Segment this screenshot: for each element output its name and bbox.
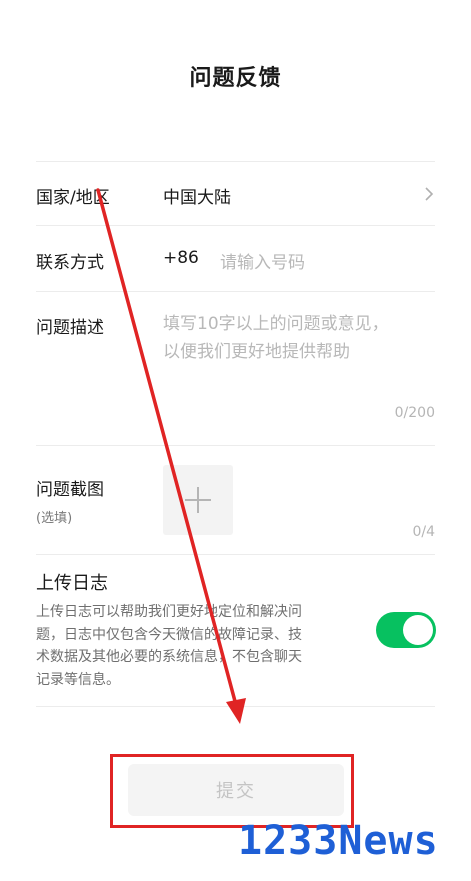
divider (36, 291, 435, 292)
divider (36, 554, 435, 555)
watermark-logo: 1233News (238, 818, 439, 864)
upload-log-line: 题，日志中仅包含今天微信的故障记录、技 (36, 626, 302, 643)
divider (36, 161, 435, 162)
upload-log-line: 术数据及其他必要的系统信息，不包含聊天 (36, 649, 302, 665)
toggle-knob (403, 615, 433, 645)
description-counter: 0/200 (394, 405, 435, 421)
phone-input[interactable]: 请输入号码 (220, 248, 305, 273)
screenshot-optional: (选填) (36, 511, 73, 526)
description-textarea[interactable]: 填写10字以上的问题或意见， 以便我们更好地提供帮助 (163, 310, 403, 366)
contact-label: 联系方式 (36, 253, 104, 273)
submit-button[interactable]: 提交 (128, 764, 344, 816)
upload-log-toggle[interactable] (376, 612, 436, 648)
description-label: 问题描述 (36, 318, 104, 338)
chevron-right-icon (425, 187, 434, 201)
screenshot-counter: 0/4 (412, 524, 435, 540)
region-label: 国家/地区 (36, 188, 110, 208)
annotation-arrow (96, 188, 246, 724)
screenshot-label: 问题截图 (36, 480, 104, 500)
divider (36, 225, 435, 226)
description-placeholder-line2: 以便我们更好地提供帮助 (163, 342, 350, 362)
region-value: 中国大陆 (163, 188, 231, 208)
page-title: 问题反馈 (189, 66, 282, 91)
divider (36, 706, 435, 707)
divider (36, 445, 435, 446)
upload-log-title: 上传日志 (36, 573, 108, 594)
plus-icon (197, 487, 199, 513)
upload-log-line: 记录等信息。 (36, 671, 120, 688)
description-placeholder-line1: 填写10字以上的问题或意见， (163, 314, 389, 334)
upload-log-line: 上传日志可以帮助我们更好地定位和解决问 (36, 604, 302, 620)
country-code[interactable]: +86 (163, 248, 199, 268)
upload-log-description: 上传日志可以帮助我们更好地定位和解决问 题，日志中仅包含今天微信的故障记录、技 … (36, 601, 356, 691)
add-screenshot-button[interactable] (163, 465, 233, 535)
